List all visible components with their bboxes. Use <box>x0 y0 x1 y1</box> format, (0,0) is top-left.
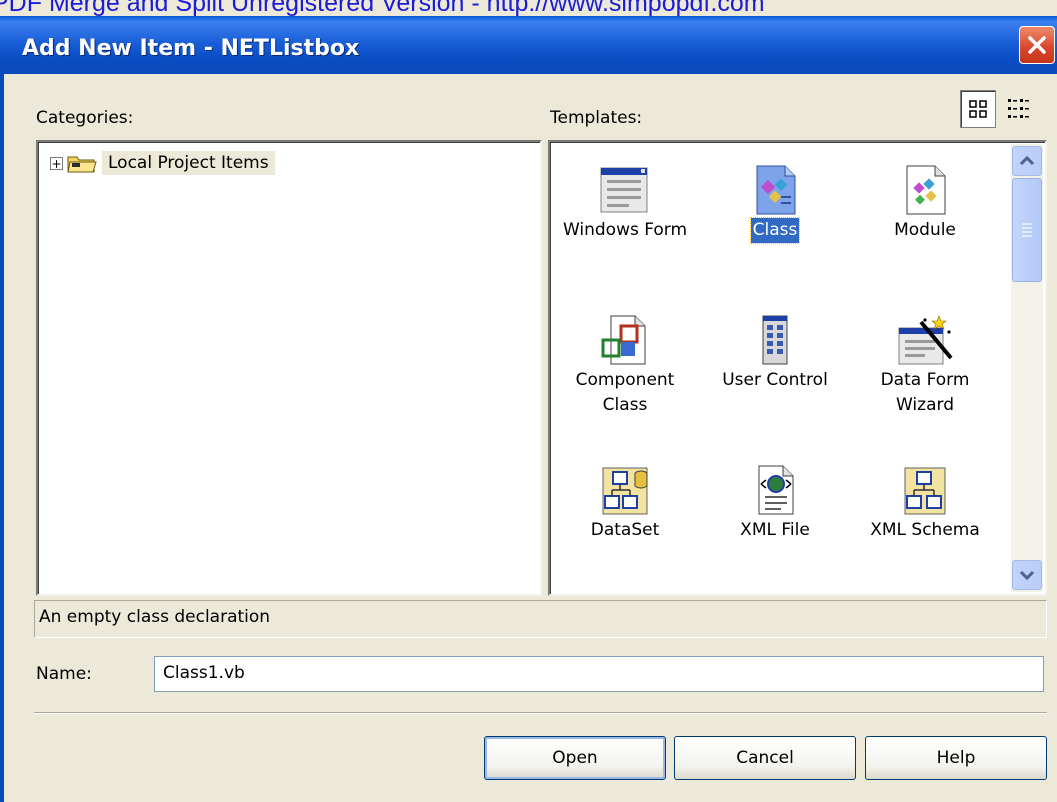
template-user-control[interactable]: User Control <box>700 298 850 393</box>
template-component-class[interactable]: Component Class <box>550 298 700 418</box>
class-icon <box>756 165 796 215</box>
categories-label: Categories: <box>36 108 134 128</box>
template-xml-schema[interactable]: XML Schema <box>850 448 1000 543</box>
cancel-button[interactable]: Cancel <box>674 736 856 780</box>
close-icon <box>1028 36 1046 54</box>
name-label: Name: <box>36 664 92 684</box>
help-button[interactable]: Help <box>865 736 1047 780</box>
template-dataset[interactable]: DataSet <box>550 448 700 543</box>
window-title: Add New Item - NETListbox <box>22 36 360 61</box>
name-input[interactable]: Class1.vb <box>154 656 1044 692</box>
template-label: DataSet <box>590 520 660 540</box>
dataset-icon <box>602 467 648 515</box>
component-class-icon <box>601 315 646 365</box>
large-icons-view-icon <box>969 100 987 118</box>
small-icons-view-icon <box>1008 99 1029 118</box>
scroll-thumb[interactable] <box>1012 178 1042 282</box>
tree-item-local-project-items[interactable]: + Local Project Items <box>50 150 275 176</box>
tree-item-label: Local Project Items <box>102 151 275 175</box>
categories-tree[interactable]: + Local Project Items <box>36 140 542 596</box>
windows-form-icon <box>600 167 648 213</box>
folder-icon <box>67 156 97 173</box>
templates-label: Templates: <box>550 108 643 128</box>
template-label: Windows Form <box>562 220 688 240</box>
module-icon <box>906 165 946 215</box>
user-control-icon <box>762 315 788 365</box>
large-icons-view-button[interactable] <box>960 90 996 128</box>
xml-file-icon <box>758 465 794 515</box>
scroll-up-button[interactable] <box>1012 146 1042 176</box>
xml-schema-icon <box>904 467 946 515</box>
expand-icon[interactable]: + <box>50 156 63 170</box>
window-frame <box>0 74 4 802</box>
description-text: An empty class declaration <box>34 600 1047 638</box>
chevron-down-icon <box>1019 570 1035 581</box>
template-label: Class <box>749 217 801 244</box>
template-label: Data Form Wizard <box>880 370 970 415</box>
template-label: Component Class <box>575 370 675 415</box>
data-form-wizard-icon <box>898 315 953 365</box>
template-label: User Control <box>722 370 828 390</box>
chevron-up-icon <box>1019 155 1035 166</box>
templates-scrollbar[interactable] <box>1011 144 1043 592</box>
title-bar[interactable]: Add New Item - NETListbox <box>0 16 1057 74</box>
templates-list[interactable]: Windows Form Class Module Component Clas… <box>548 140 1047 596</box>
open-button[interactable]: Open <box>484 736 666 780</box>
template-label: Module <box>894 220 956 240</box>
scroll-down-button[interactable] <box>1012 560 1042 590</box>
grip-icon <box>1022 223 1032 237</box>
template-class[interactable]: Class <box>700 148 850 244</box>
template-label: XML Schema <box>870 520 980 540</box>
small-icons-view-button[interactable] <box>1000 90 1036 128</box>
template-data-form-wizard[interactable]: Data Form Wizard <box>850 298 1000 418</box>
separator <box>34 712 1047 714</box>
template-windows-form[interactable]: Windows Form <box>550 148 700 243</box>
watermark-text: PDF Merge and Split Unregistered Version… <box>0 0 765 16</box>
template-xml-file[interactable]: XML File <box>700 448 850 543</box>
template-label: XML File <box>740 520 810 540</box>
template-module[interactable]: Module <box>850 148 1000 243</box>
close-button[interactable] <box>1019 26 1055 64</box>
